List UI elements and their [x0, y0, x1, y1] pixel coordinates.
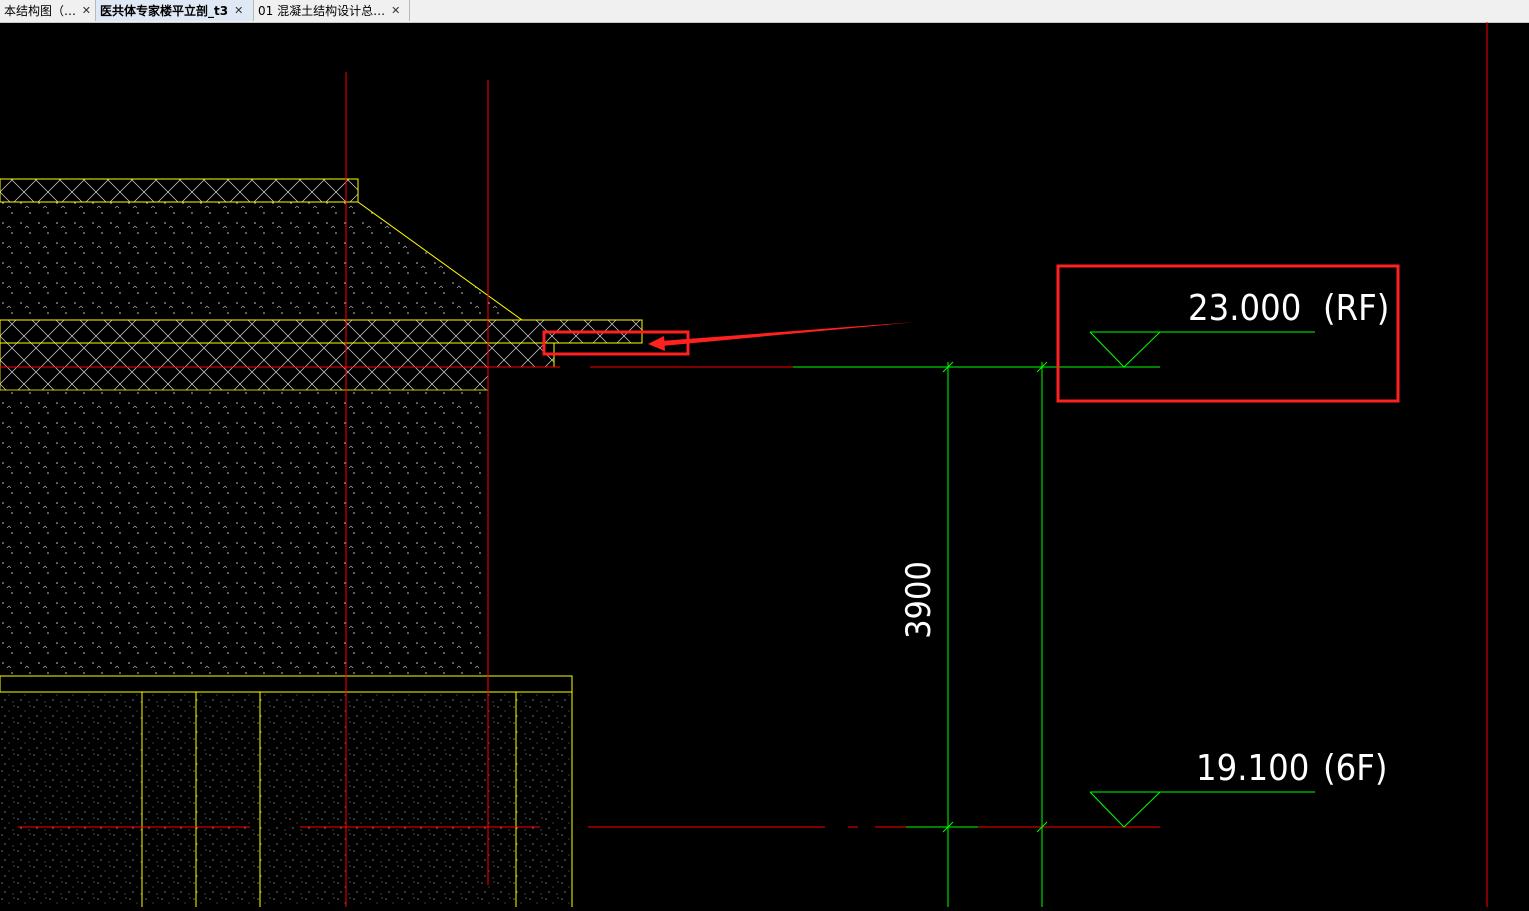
tab-concrete-design-notes[interactable]: 01 混凝土结构设计总… ✕: [254, 0, 410, 21]
document-tab-bar: 本结构图（… ✕ 医共体专家楼平立剖_t3 ✕ 01 混凝土结构设计总… ✕: [0, 0, 1529, 23]
elevation-marker-icon: [1089, 331, 1315, 368]
close-icon[interactable]: ✕: [234, 4, 243, 17]
elevation-bottom-value: 19.100: [1196, 748, 1309, 789]
tab-label: 医共体专家楼平立剖_t3: [100, 4, 229, 18]
slope-dot-fill: [0, 202, 522, 676]
elevation-top-floor: (RF): [1323, 288, 1389, 329]
elevation-top-value: 23.000: [1188, 288, 1301, 329]
wall-speckle-fill: [0, 692, 572, 907]
tab-label: 本结构图（…: [4, 4, 76, 18]
tab-structure-drawing[interactable]: 本结构图（… ✕: [0, 0, 96, 21]
tab-expert-building-plan[interactable]: 医共体专家楼平立剖_t3 ✕: [96, 0, 254, 21]
dimension-lines: [793, 361, 1160, 907]
top-slab: [0, 178, 359, 203]
tab-label: 01 混凝土结构设计总…: [258, 4, 386, 18]
close-icon[interactable]: ✕: [82, 4, 91, 17]
cad-drawing-canvas[interactable]: 23.000 (RF) 19.100 (6F) 3900: [0, 22, 1529, 907]
annotation-highlight: [542, 264, 1400, 403]
close-icon[interactable]: ✕: [391, 4, 400, 17]
elevation-marker-icon: [1089, 791, 1315, 828]
elevation-bottom-floor: (6F): [1323, 748, 1388, 789]
dimension-value: 3900: [899, 561, 939, 639]
cad-drawing[interactable]: 23.000 (RF) 19.100 (6F) 3900: [0, 22, 1529, 907]
